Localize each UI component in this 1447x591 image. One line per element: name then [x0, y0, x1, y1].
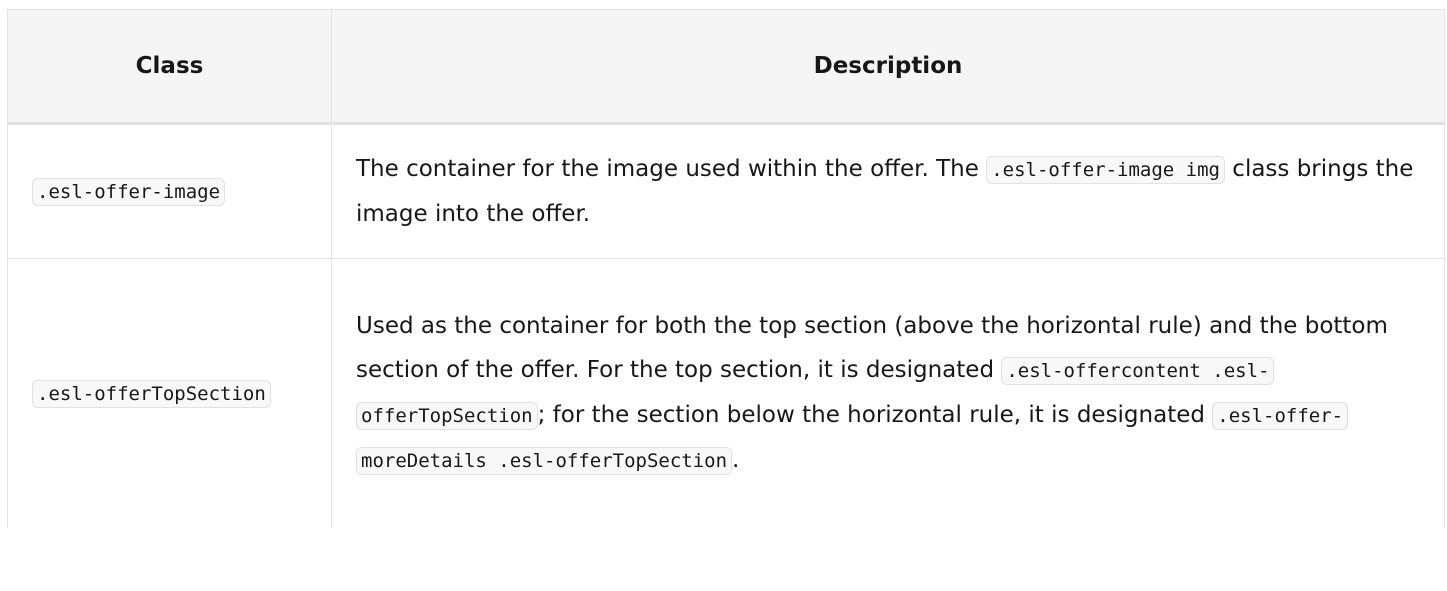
- description-text: The container for the image used within …: [356, 156, 987, 182]
- description-cell: The container for the image used within …: [331, 123, 1445, 259]
- class-description-table: Class Description .esl-offer-image The c…: [7, 9, 1445, 528]
- class-cell: .esl-offerTopSection: [7, 258, 332, 528]
- table-row: .esl-offerTopSection Used as the contain…: [7, 258, 1445, 528]
- class-cell: .esl-offer-image: [7, 123, 332, 259]
- inline-code: .esl-offer-image img: [986, 156, 1225, 184]
- header-row: Class Description: [7, 9, 1445, 125]
- table-body: .esl-offer-image The container for the i…: [7, 123, 1445, 528]
- table-header: Class Description: [7, 9, 1445, 125]
- column-header-description: Description: [331, 9, 1445, 125]
- description-text: ; for the section below the horizontal r…: [537, 402, 1213, 428]
- class-name-code: .esl-offerTopSection: [32, 380, 271, 408]
- table-row: .esl-offer-image The container for the i…: [7, 123, 1445, 259]
- column-header-class: Class: [7, 9, 332, 125]
- description-text: .: [732, 447, 740, 473]
- class-name-code: .esl-offer-image: [32, 178, 226, 206]
- description-cell: Used as the container for both the top s…: [331, 258, 1445, 528]
